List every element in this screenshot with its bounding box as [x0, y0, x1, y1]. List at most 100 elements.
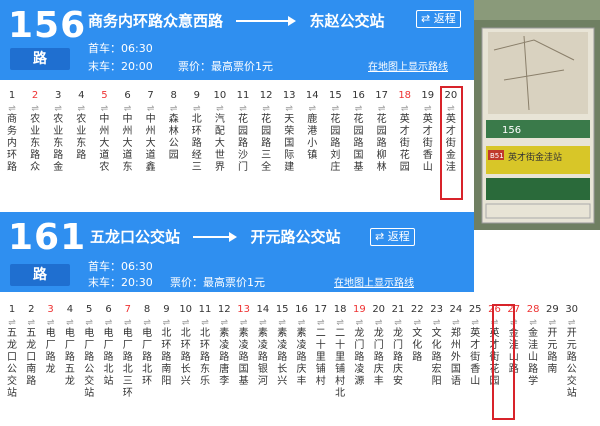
stop-name: 二十里铺村北	[335, 328, 346, 399]
stop-item[interactable]: 15 ⇌ 素凌路长兴	[272, 304, 292, 388]
direction-arrow-icon: ⇌	[124, 318, 132, 328]
stop-item[interactable]: 3 ⇌ 农业东路金	[48, 90, 68, 174]
stop-item[interactable]: 4 ⇌ 农业东路	[71, 90, 91, 162]
stop-number: 1	[8, 304, 16, 315]
show-map-link[interactable]: 在地图上显示路线	[368, 58, 448, 73]
bus-stop-photo: 156 B51 英才街金洼站	[474, 0, 600, 230]
stop-item[interactable]: 9 ⇌ 北环路经三	[187, 90, 207, 174]
direction-arrow-icon: ⇌	[354, 104, 363, 114]
stop-name: 开元路南	[547, 328, 558, 375]
show-map-link[interactable]: 在地图上显示路线	[334, 274, 414, 289]
stop-number: 10	[213, 90, 227, 101]
stop-item[interactable]: 18 ⇌ 二十里铺村北	[330, 304, 350, 400]
route-161-panel: 161 路 五龙口公交站 开元路公交站 ⇄ 返程 首车：06:30 末车：20:…	[0, 210, 600, 426]
stop-name: 文化路	[412, 328, 423, 363]
stop-item[interactable]: 28 ⇌ 金洼山路学	[523, 304, 543, 388]
stop-name: 素凌路庆丰	[296, 328, 307, 387]
stop-name: 北环路南阳	[161, 328, 172, 387]
stop-item[interactable]: 6 ⇌ 电厂路北站	[99, 304, 119, 388]
stop-item[interactable]: 5 ⇌ 中州大道农	[94, 90, 114, 174]
stop-item[interactable]: 12 ⇌ 花园路三全	[256, 90, 276, 174]
stop-item[interactable]: 8 ⇌ 电厂路北环	[137, 304, 157, 388]
stop-number: 7	[147, 90, 154, 101]
stop-number: 18	[398, 90, 412, 101]
stop-number: 19	[353, 304, 366, 315]
stop-item[interactable]: 24 ⇌ 郑州外国语	[446, 304, 466, 388]
stop-item[interactable]: 19 ⇌ 龙门路凌源	[349, 304, 369, 388]
stop-item[interactable]: 11 ⇌ 花园路沙门	[233, 90, 253, 174]
direction-arrow-icon: ⇌	[146, 104, 155, 114]
direction-arrow-icon: ⇌	[336, 318, 344, 328]
stop-item[interactable]: 16 ⇌ 花园路国基	[349, 90, 369, 174]
stop-item[interactable]: 29 ⇌ 开元路南	[542, 304, 562, 376]
stop-name: 素凌路长兴	[277, 328, 288, 387]
reverse-button[interactable]: ⇄ 返程	[370, 228, 415, 246]
stop-item[interactable]: 20 ⇌ 龙门路庆丰	[369, 304, 389, 388]
stop-item[interactable]: 17 ⇌ 二十里铺村	[311, 304, 331, 388]
stop-item[interactable]: 9 ⇌ 北环路南阳	[156, 304, 176, 388]
stop-item[interactable]: 14 ⇌ 素凌路银河	[253, 304, 273, 388]
stop-item[interactable]: 19 ⇌ 英才街香山	[418, 90, 438, 174]
direction-arrow-icon: ⇌	[262, 104, 270, 114]
route-direction: 五龙口公交站 开元路公交站	[90, 226, 341, 247]
stop-name: 英才街香山	[422, 114, 433, 173]
stop-number: 15	[329, 90, 342, 101]
stop-item[interactable]: 10 ⇌ 北环路长兴	[176, 304, 196, 388]
route-number: 156	[8, 5, 87, 46]
stop-item[interactable]: 12 ⇌ 素凌路唐李	[214, 304, 234, 388]
direction-arrow-icon: ⇌	[8, 318, 16, 328]
stop-item[interactable]: 16 ⇌ 素凌路庆丰	[292, 304, 312, 388]
stop-item[interactable]: 30 ⇌ 开元路公交站	[562, 304, 582, 400]
stop-item[interactable]: 2 ⇌ 农业东路众	[25, 90, 45, 174]
stop-item[interactable]: 5 ⇌ 电厂路公交站	[79, 304, 99, 400]
stop-name: 素凌路国基	[238, 328, 249, 387]
direction-arrow-icon: ⇌	[548, 318, 557, 328]
stop-item[interactable]: 13 ⇌ 素凌路国基	[234, 304, 254, 388]
stop-item[interactable]: 17 ⇌ 花园路柳林	[372, 90, 392, 174]
stop-item[interactable]: 7 ⇌ 电厂路北三环	[118, 304, 138, 400]
stop-item[interactable]: 22 ⇌ 文化路	[407, 304, 427, 364]
direction-arrow-icon: ⇌	[452, 318, 460, 328]
direction-arrow-icon: ⇌	[123, 104, 132, 114]
stop-item[interactable]: 3 ⇌ 电厂路龙	[41, 304, 61, 376]
direction-arrow-icon: ⇌	[31, 104, 39, 114]
stop-item[interactable]: 25 ⇌ 英才街香山	[465, 304, 485, 388]
direction-arrow-icon: ⇌	[181, 318, 190, 328]
stop-item[interactable]: 4 ⇌ 电厂路五龙	[60, 304, 80, 388]
direction-arrow-icon: ⇌	[285, 104, 293, 114]
stop-number: 22	[410, 304, 424, 315]
stop-item[interactable]: 7 ⇌ 中州大道鑫	[141, 90, 161, 174]
stop-item[interactable]: 21 ⇌ 龙门路庆安	[388, 304, 408, 388]
direction-arrow-icon: ⇌	[46, 318, 55, 328]
stop-name: 金洼山路学	[528, 328, 539, 387]
stop-name: 电厂路龙	[45, 328, 56, 375]
direction-arrow-icon: ⇌	[394, 318, 402, 328]
stop-item[interactable]: 2 ⇌ 五龙口南路	[21, 304, 41, 388]
stop-item[interactable]: 14 ⇌ 鹿港小镇	[302, 90, 322, 162]
stop-name: 中州大道东	[122, 114, 133, 173]
stop-item[interactable]: 23 ⇌ 文化路宏阳	[427, 304, 447, 388]
stop-item[interactable]: 18 ⇌ 英才街花园	[395, 90, 415, 174]
route-to: 开元路公交站	[250, 228, 341, 246]
direction-arrow-icon: ⇌	[259, 318, 267, 328]
direction-arrow-icon: ⇌	[77, 104, 86, 114]
stop-item[interactable]: 1 ⇌ 商务内环路	[2, 90, 22, 174]
reverse-button[interactable]: ⇄ 返程	[416, 10, 461, 28]
stop-number: 14	[256, 304, 270, 315]
stop-list: 1 ⇌ 商务内环路 2 ⇌ 农业东路众 3 ⇌ 农业东路金 4 ⇌ 农业东路 5 ⇌ 中州大道农 6 ⇌ 中州大道…	[0, 90, 474, 210]
stop-name: 商务内环路	[7, 114, 17, 173]
direction-arrow-icon: ⇌	[239, 104, 247, 114]
stop-item[interactable]: 11 ⇌ 北环路东乐	[195, 304, 215, 388]
stop-item[interactable]: 10 ⇌ 汽配大世界	[210, 90, 230, 174]
stop-item[interactable]: 1 ⇌ 五龙口公交站	[2, 304, 22, 400]
stop-item[interactable]: 6 ⇌ 中州大道东	[118, 90, 138, 174]
stop-item[interactable]: 8 ⇌ 森林公园	[164, 90, 184, 162]
stop-item[interactable]: 13 ⇌ 天荣国际建	[279, 90, 299, 174]
stop-number: 3	[55, 90, 62, 101]
direction-arrow-icon: ⇌	[201, 318, 209, 328]
stop-name: 电厂路五龙	[64, 328, 75, 387]
stop-item[interactable]: 15 ⇌ 花园路刘庄	[325, 90, 345, 174]
stop-name: 鹿港小镇	[307, 114, 318, 161]
stop-name: 北环路东乐	[200, 328, 210, 387]
stop-number: 4	[66, 304, 74, 315]
